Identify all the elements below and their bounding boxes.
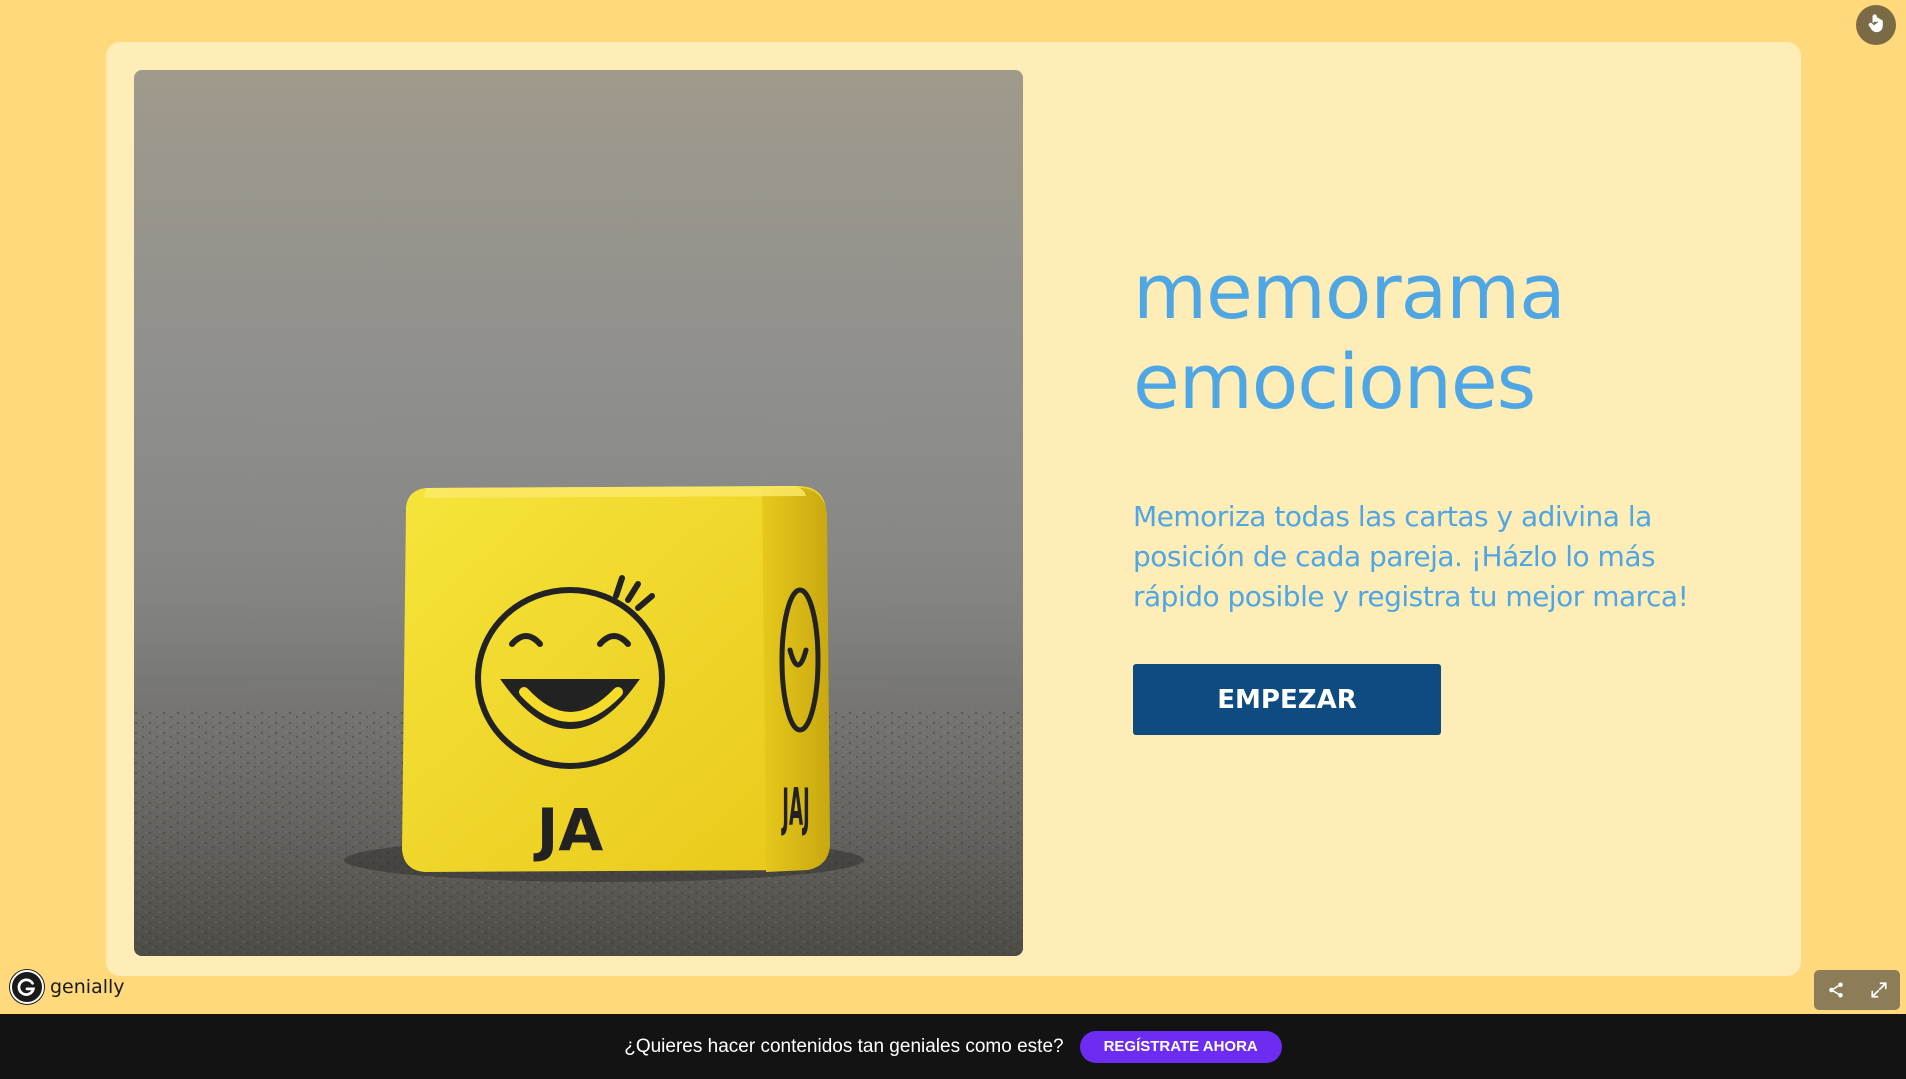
genially-logo[interactable]: genially bbox=[10, 970, 125, 1004]
share-icon[interactable] bbox=[1821, 975, 1851, 1005]
hand-pointer-icon bbox=[1865, 12, 1887, 39]
cover-card: JA JAJ memorama emociones Memoriza todas… bbox=[106, 42, 1801, 976]
signup-banner: ¿Quieres hacer contenidos tan geniales c… bbox=[0, 1014, 1906, 1079]
subtitle-line: Memoriza todas las cartas y adivina la bbox=[1133, 500, 1652, 533]
dice-front-label: JA bbox=[533, 796, 604, 864]
viewer-controls bbox=[1814, 970, 1900, 1010]
title-line: memorama bbox=[1133, 247, 1566, 336]
interaction-toggle-button[interactable] bbox=[1856, 5, 1896, 45]
brand-name: genially bbox=[50, 976, 125, 998]
presentation-stage: JA JAJ memorama emociones Memoriza todas… bbox=[0, 0, 1906, 1014]
subtitle-line: posición de cada pareja. ¡Házlo lo más bbox=[1133, 540, 1656, 573]
instructions-text: Memoriza todas las cartas y adivina la p… bbox=[1133, 497, 1753, 617]
dice-side-label: JAJ bbox=[781, 778, 810, 838]
genially-logo-icon bbox=[10, 970, 44, 1004]
start-button[interactable]: EMPEZAR bbox=[1133, 664, 1441, 735]
subtitle-line: rápido posible y registra tu mejor marca… bbox=[1133, 580, 1689, 613]
title-line: emociones bbox=[1133, 337, 1536, 426]
signup-prompt: ¿Quieres hacer contenidos tan geniales c… bbox=[624, 1035, 1064, 1057]
smiley-dice-photo: JA JAJ bbox=[134, 70, 1023, 956]
page-title: memorama emociones bbox=[1133, 247, 1753, 427]
fullscreen-icon[interactable] bbox=[1864, 975, 1894, 1005]
register-button[interactable]: REGÍSTRATE AHORA bbox=[1079, 1030, 1282, 1063]
